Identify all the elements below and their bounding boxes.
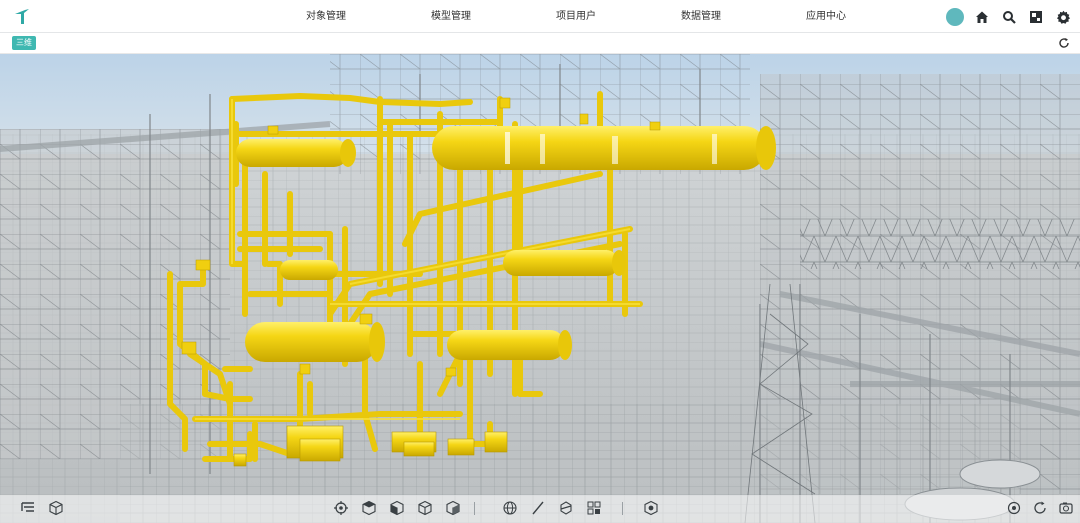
toolbar-divider [622, 502, 623, 515]
logo-icon[interactable] [12, 7, 32, 25]
layer-icon[interactable] [643, 500, 659, 516]
nav-model-management[interactable]: 模型管理 [425, 0, 550, 33]
cube-top-icon[interactable] [361, 500, 377, 516]
section-icon[interactable] [558, 500, 574, 516]
refresh-icon[interactable] [1058, 37, 1070, 49]
target-icon[interactable] [333, 500, 349, 516]
cube-front-icon[interactable] [389, 500, 405, 516]
settings-icon[interactable] [1054, 8, 1072, 26]
cube-icon[interactable] [48, 500, 64, 516]
view-mode-badge[interactable]: 三维 [12, 36, 36, 50]
view-toolbar: 三维 [0, 33, 1080, 54]
nav-data-management[interactable]: 数据管理 [675, 0, 800, 33]
globe-icon[interactable] [502, 500, 518, 516]
vessel-mid-right [503, 250, 626, 276]
plant-model-scene [0, 54, 1080, 523]
nav-app-center[interactable]: 应用中心 [800, 0, 925, 33]
header-actions [946, 6, 1072, 28]
avatar[interactable] [946, 8, 964, 26]
main-nav: 对象管理 模型管理 项目用户 数据管理 应用中心 [300, 0, 925, 33]
tree-icon[interactable] [20, 500, 36, 516]
vessel-small-mid [280, 260, 338, 280]
app-window: 对象管理 模型管理 项目用户 数据管理 应用中心 三维 [0, 0, 1080, 523]
cube-side-icon[interactable] [417, 500, 433, 516]
grid-icon[interactable] [586, 500, 602, 516]
vessel-top-large [432, 126, 776, 170]
top-header: 对象管理 模型管理 项目用户 数据管理 应用中心 [0, 0, 1080, 33]
camera-icon[interactable] [1058, 500, 1074, 516]
nav-object-management[interactable]: 对象管理 [300, 0, 425, 33]
layout-icon[interactable] [1027, 8, 1045, 26]
toolbar-divider [474, 502, 475, 515]
rotate-icon[interactable] [1032, 500, 1048, 516]
nav-project-users[interactable]: 项目用户 [550, 0, 675, 33]
search-icon[interactable] [1000, 8, 1018, 26]
vessel-left-bottom [245, 322, 385, 362]
bottom-toolbar [0, 495, 1080, 523]
vessel-left-top [236, 139, 356, 167]
measure-icon[interactable] [530, 500, 546, 516]
settings-icon[interactable] [1006, 500, 1022, 516]
home-icon[interactable] [973, 8, 991, 26]
3d-viewport[interactable] [0, 54, 1080, 523]
vessel-right-bottom [447, 330, 572, 360]
cube-right-icon[interactable] [445, 500, 461, 516]
